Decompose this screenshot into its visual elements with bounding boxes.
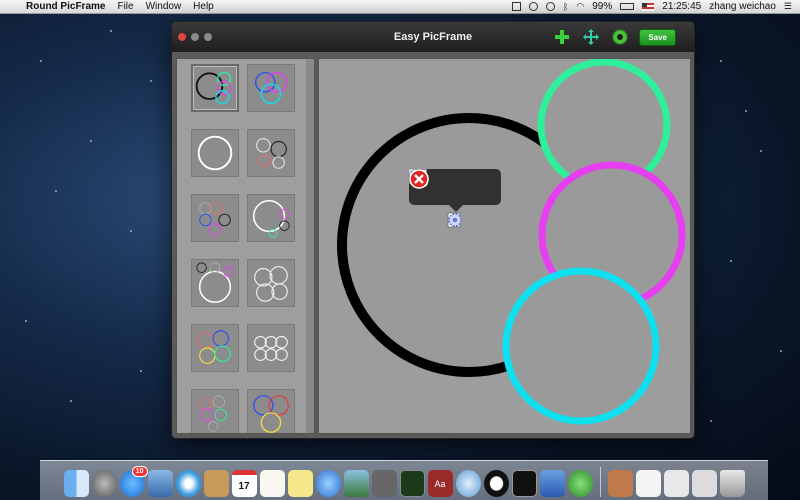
bluetooth-icon[interactable]: ᛒ [563,2,568,12]
menu-help[interactable]: Help [193,1,214,12]
dock-trash-icon[interactable] [719,470,745,497]
template-thumbnail[interactable] [247,389,295,433]
dock-calendar-icon[interactable]: 17 [231,470,257,497]
zoom-window-button[interactable] [204,33,212,41]
photo-frame-cyan [502,267,660,425]
menu-file[interactable]: File [117,1,133,12]
frame-canvas[interactable] [318,58,691,434]
dock-finder-icon[interactable] [63,470,89,497]
title-bar: Easy PicFrame Save [172,22,694,52]
dock-downloads-icon[interactable] [663,470,689,497]
settings-button[interactable] [610,27,630,47]
dock-app-store-icon[interactable]: 10 [119,466,148,497]
plus-icon [555,30,570,44]
dock-image-capture-icon[interactable] [371,470,397,497]
dock-xcode-icon[interactable] [539,470,565,497]
app-store-badge: 10 [131,466,148,477]
wifi-icon[interactable]: ◠ [576,1,584,12]
template-thumbnail[interactable] [191,259,239,307]
gear-icon [448,213,462,227]
sync-icon[interactable] [528,2,538,11]
menu-window[interactable]: Window [146,1,182,12]
template-thumbnail[interactable] [191,389,239,433]
frame-action-popover [409,169,501,212]
gear-icon [612,29,629,45]
dock-activity-monitor-icon[interactable] [399,470,425,497]
dock-launchpad-icon[interactable] [91,470,117,497]
template-thumbnail[interactable] [191,324,239,372]
template-thumbnail[interactable] [191,129,239,177]
template-thumbnail[interactable] [247,129,295,177]
dock-separator [599,467,601,497]
dock-reminders-icon[interactable] [259,470,285,497]
app-window: Easy PicFrame Save [171,21,695,439]
dock-document-icon[interactable] [635,470,661,497]
frame-circles [337,59,686,425]
close-icon [409,169,429,189]
menu-clock[interactable]: 21:25:45 [662,1,701,12]
dock-round-picframe-icon[interactable] [607,470,633,497]
screen-mirror-icon[interactable] [511,2,521,11]
template-thumbnail[interactable] [247,64,295,112]
battery-icon[interactable] [620,3,635,10]
dock-preview-icon[interactable] [455,470,481,497]
dock-safari-icon[interactable] [175,470,201,497]
template-thumbnail[interactable] [247,259,295,307]
dock-contacts-icon[interactable] [203,470,229,497]
close-window-button[interactable] [178,33,186,41]
dock-notes-icon[interactable] [287,470,313,497]
dock-mail-icon[interactable] [147,470,173,497]
dock-sidekick-icon[interactable] [567,470,593,497]
move-button[interactable] [581,27,601,47]
menu-bar: Round PicFrame File Window Help ᛒ ◠ 99% … [0,0,800,14]
list-icon[interactable]: ☰ [784,1,792,12]
calendar-day: 17 [238,480,250,492]
battery-percent[interactable]: 99% [592,1,612,12]
dock-qq-icon[interactable] [483,470,509,497]
move-arrows-icon [583,29,600,45]
dock: 10 17 Aa [40,460,768,500]
template-thumbnail[interactable] [191,194,239,242]
sidebar-scrollbar[interactable] [306,59,314,433]
save-button[interactable]: Save [639,28,676,46]
delete-frame-button[interactable] [409,169,489,198]
dock-stack-icon[interactable] [691,470,717,497]
menu-user[interactable]: zhang weichao [709,1,776,12]
template-thumbnail[interactable] [247,324,295,372]
add-photo-button[interactable] [552,27,572,47]
template-thumbnail[interactable] [191,64,239,112]
menu-app-name[interactable]: Round PicFrame [26,1,105,12]
dock-dictionary-icon[interactable]: Aa [427,470,453,497]
input-source-flag-icon[interactable] [642,2,655,11]
dock-itunes-icon[interactable] [315,470,341,497]
minimize-window-button[interactable] [191,33,199,41]
dock-iphoto-icon[interactable] [343,470,369,497]
template-sidebar [176,58,315,434]
time-machine-icon[interactable] [545,2,555,11]
dock-terminal-icon[interactable] [511,470,537,497]
template-thumbnail[interactable] [247,194,295,242]
